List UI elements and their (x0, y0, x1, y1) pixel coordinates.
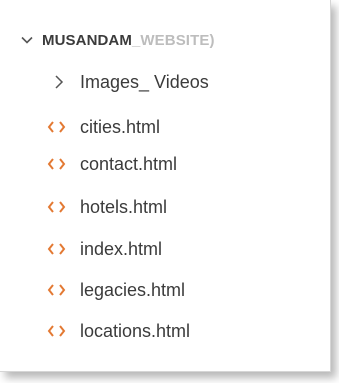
tree-item-label: locations.html (80, 320, 191, 341)
chevron-down-icon (21, 36, 33, 44)
tree-item-file-locations[interactable]: locations.html (0, 316, 331, 346)
tree-item-file-index[interactable]: index.html (0, 234, 331, 264)
tree-item-label: legacies.html (80, 279, 186, 300)
html-code-icon (47, 243, 66, 255)
tree-item-label: hotels.html (80, 196, 168, 217)
folder-root-header[interactable]: MUSANDAM _WEBSITE) (20, 29, 215, 51)
explorer-panel: MUSANDAM _WEBSITE) Images_ Videos cities.… (0, 0, 331, 372)
html-code-icon (47, 121, 66, 133)
tree-item-file-cities[interactable]: cities.html (0, 112, 331, 142)
html-code-icon (47, 325, 66, 337)
html-code-icon (47, 201, 66, 213)
tree-item-label: cities.html (80, 116, 161, 137)
tree-item-file-contact[interactable]: contact.html (0, 149, 331, 179)
tree-item-folder-images-videos[interactable]: Images_ Videos (0, 67, 331, 97)
chevron-right-icon (55, 75, 64, 89)
html-code-icon (47, 158, 66, 170)
tree-item-file-hotels[interactable]: hotels.html (0, 192, 331, 222)
tree-item-file-legacies[interactable]: legacies.html (0, 275, 331, 305)
tree-item-label: Images_ Videos (80, 71, 209, 92)
tree-item-label: contact.html (80, 153, 178, 174)
tree-item-label: index.html (80, 238, 163, 259)
folder-root-name: MUSANDAM (42, 31, 132, 49)
folder-root-name-faded: _WEBSITE) (131, 31, 215, 49)
html-code-icon (47, 284, 66, 296)
